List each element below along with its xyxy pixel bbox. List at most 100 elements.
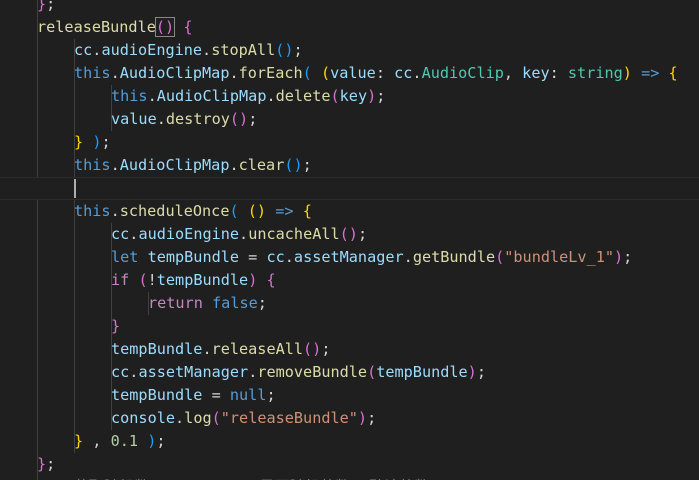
code-token: {	[266, 271, 276, 289]
code-token: ;	[156, 432, 166, 450]
code-line[interactable]: };	[0, 453, 55, 476]
code-token: =>	[641, 64, 660, 82]
code-token: ;	[476, 363, 486, 381]
code-token: return	[148, 294, 203, 312]
code-token: =	[202, 386, 230, 404]
code-token: ()	[275, 41, 294, 59]
code-token: .	[147, 87, 157, 105]
code-line[interactable]: return false;	[0, 292, 267, 315]
code-line[interactable]: this.AudioClipMap.clear();	[0, 154, 312, 177]
code-token: let	[111, 248, 139, 266]
code-token: ,	[83, 432, 111, 450]
code-token: cc	[74, 41, 93, 59]
code-token: cc	[111, 363, 130, 381]
code-line[interactable]: /** 获取随机数 min-Int -- 是否随机整数, 默认整数 */	[0, 476, 457, 480]
code-token: ()	[339, 225, 358, 243]
code-token: (	[138, 271, 148, 289]
code-token: releaseBundle	[37, 18, 156, 36]
code-token: (	[211, 409, 221, 427]
code-line[interactable]: console.log("releaseBundle");	[0, 407, 376, 430]
code-token: .	[229, 156, 239, 174]
code-line[interactable]: if (!tempBundle) {	[0, 269, 276, 292]
code-line[interactable]: this.AudioClipMap.delete(key);	[0, 85, 385, 108]
code-token: removeBundle	[257, 363, 368, 381]
code-line[interactable]: } );	[0, 131, 111, 154]
code-token: (	[302, 64, 312, 82]
code-token: key	[339, 87, 368, 105]
code-token: value	[111, 110, 157, 128]
code-token: assetManager	[138, 363, 249, 381]
code-token: }	[37, 455, 47, 473]
code-token: ;	[293, 41, 303, 59]
code-line[interactable]: this.scheduleOnce( () => {	[0, 200, 312, 223]
code-line[interactable]: cc.audioEngine.uncacheAll();	[0, 223, 367, 246]
code-token: AudioClipMap	[156, 87, 267, 105]
code-editor[interactable]: }; releaseBundle() {cc.audioEngine.stopAl…	[0, 0, 699, 480]
code-token: .	[403, 248, 413, 266]
code-line[interactable]: };	[0, 0, 55, 16]
code-token: this	[74, 202, 111, 220]
code-line[interactable]: tempBundle.releaseAll();	[0, 338, 330, 361]
code-token: this	[111, 87, 148, 105]
code-token: =>	[275, 202, 294, 220]
code-token: {	[302, 202, 312, 220]
code-token: )	[357, 409, 368, 427]
code-token: :	[375, 64, 395, 82]
code-token: "bundleLv_1"	[504, 248, 614, 266]
code-token: getBundle	[412, 248, 496, 266]
code-line[interactable]: cc.audioEngine.stopAll();	[0, 39, 303, 62]
code-line[interactable]: cc.assetManager.removeBundle(tempBundle)…	[0, 361, 486, 384]
code-line[interactable]: } , 0.1 );	[0, 430, 166, 453]
code-token: )	[467, 363, 477, 381]
code-token: string	[567, 64, 623, 82]
code-token: AudioClipMap	[119, 64, 230, 82]
code-token: ;	[357, 225, 368, 243]
code-token: destroy	[165, 110, 230, 128]
code-token: tempBundle	[376, 363, 468, 381]
code-token: .	[202, 41, 212, 59]
code-token: stopAll	[211, 41, 276, 59]
code-line[interactable]: releaseBundle() {	[0, 16, 192, 39]
code-token: audioEngine	[138, 225, 240, 243]
code-token: ;	[376, 87, 386, 105]
code-line[interactable]: let tempBundle = cc.assetManager.getBund…	[0, 246, 632, 269]
text-cursor	[74, 179, 76, 198]
code-token: scheduleOnce	[119, 202, 230, 220]
code-token: :	[549, 64, 568, 82]
code-token: cc	[266, 248, 285, 266]
code-token: .	[156, 110, 166, 128]
code-token: (	[495, 248, 505, 266]
code-token: cc	[394, 64, 413, 82]
code-token: AudioClip	[421, 64, 504, 82]
code-token: ;	[302, 156, 312, 174]
code-line[interactable]: this.AudioClipMap.forEach( (value: cc.Au…	[0, 62, 678, 85]
code-token: .	[266, 87, 276, 105]
code-token: ;	[321, 340, 331, 358]
code-line[interactable]	[0, 177, 699, 200]
code-line[interactable]: tempBundle = null;	[0, 384, 276, 407]
code-token: releaseAll	[211, 340, 304, 358]
code-token: delete	[275, 87, 331, 105]
code-line[interactable]: }	[0, 315, 120, 338]
code-token: }	[74, 432, 84, 450]
code-token: ;	[266, 386, 276, 404]
code-token: log	[184, 409, 212, 427]
code-token: )	[622, 64, 632, 82]
code-token: =	[239, 248, 267, 266]
code-token: 0.1	[110, 432, 139, 450]
code-token: this	[74, 156, 111, 174]
code-token: )	[147, 432, 157, 450]
code-line[interactable]: value.destroy();	[0, 108, 257, 131]
code-token: false	[212, 294, 258, 312]
code-token: "releaseBundle"	[220, 409, 358, 427]
code-token: ()	[303, 340, 322, 358]
